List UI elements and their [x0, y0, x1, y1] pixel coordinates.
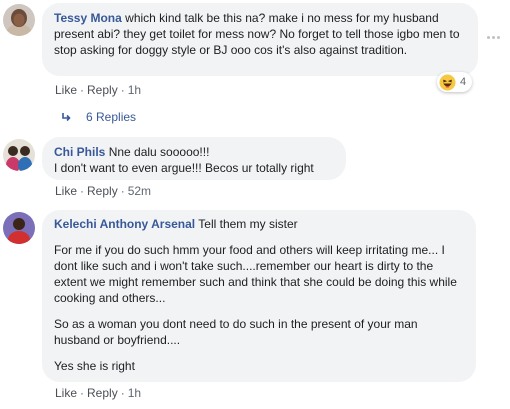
like-link[interactable]: Like	[55, 184, 77, 198]
comment-paragraph: Yes she is right	[54, 359, 135, 373]
comment-bubble-chi-phils: Chi Phils Nne dalu sooooo!!! I don't wan…	[42, 137, 346, 180]
comment-author-link[interactable]: Kelechi Anthony Arsenal	[54, 217, 195, 231]
comment-paragraph: For me if you do such hmm your food and …	[54, 243, 457, 305]
reaction-count-badge[interactable]: 4	[437, 72, 473, 92]
comment-bubble-tessy-mona: Tessy Mona which kind talk be this na? m…	[42, 3, 478, 76]
like-link[interactable]: Like	[55, 386, 77, 400]
comment-timestamp[interactable]: 52m	[128, 184, 151, 198]
avatar-chi-phils[interactable]	[3, 139, 35, 171]
comment-bubble-kelechi-anthony-arsenal: Kelechi Anthony Arsenal Tell them my sis…	[42, 210, 476, 382]
comment-text: Nne dalu sooooo!!!	[108, 145, 210, 159]
comment-text: I don't want to even argue!!! Becos ur t…	[54, 161, 314, 175]
like-link[interactable]: Like	[55, 83, 77, 97]
comment-text: Tell them my sister	[198, 217, 298, 231]
reaction-count: 4	[460, 76, 467, 88]
reply-link[interactable]: Reply	[87, 184, 118, 198]
reply-link[interactable]: Reply	[87, 386, 118, 400]
reply-link[interactable]: Reply	[87, 83, 118, 97]
comment-actions: Like · Reply · 52m	[55, 184, 152, 198]
comment-actions: Like · Reply · 1h	[55, 83, 142, 97]
comment-timestamp[interactable]: 1h	[128, 386, 141, 400]
view-replies-link[interactable]: 6 Replies	[62, 110, 136, 124]
replies-count-label: 6 Replies	[86, 110, 137, 124]
comment-author-link[interactable]: Chi Phils	[54, 145, 105, 159]
comment-timestamp[interactable]: 1h	[128, 83, 141, 97]
more-options-icon[interactable]	[487, 36, 503, 42]
comment-paragraph: So as a woman you dont need to do such i…	[54, 317, 418, 347]
avatar-kelechi-anthony-arsenal[interactable]	[3, 212, 35, 244]
reply-arrow-icon	[62, 113, 71, 122]
haha-emoji-icon	[439, 73, 456, 91]
avatar-tessy-mona[interactable]	[3, 4, 35, 36]
comment-actions: Like · Reply · 1h	[55, 386, 142, 400]
comment-author-link[interactable]: Tessy Mona	[54, 11, 122, 25]
